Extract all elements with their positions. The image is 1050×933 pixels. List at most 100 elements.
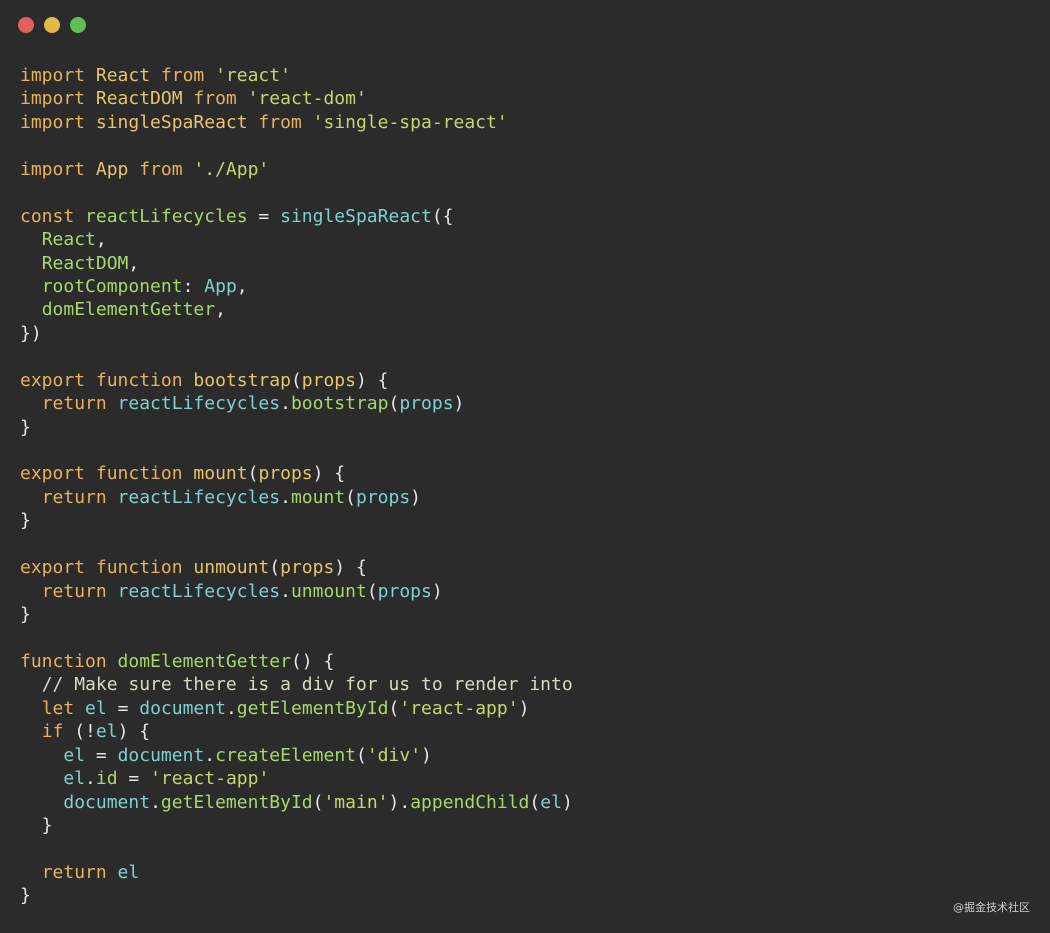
code-token: () {	[290, 650, 335, 672]
code-block: import React from 'react' import ReactDOM…	[20, 64, 573, 908]
code-token: }	[20, 885, 31, 907]
code-token: mount	[193, 463, 248, 485]
code-token: import	[20, 158, 96, 180]
code-token: // Make sure there is a div for us to re…	[41, 674, 573, 696]
code-token: reactLifecycles	[85, 205, 248, 227]
code-token: )	[410, 486, 422, 508]
code-token: ,	[215, 299, 226, 321]
code-line: }	[20, 416, 573, 439]
code-line: ReactDOM,	[20, 252, 573, 275]
code-token: )	[431, 580, 443, 602]
code-token: getElementById	[236, 697, 389, 719]
code-token: .	[85, 768, 96, 790]
code-token: el	[540, 791, 562, 813]
code-token: export	[20, 463, 96, 485]
maximize-dot[interactable]	[70, 17, 86, 33]
code-token: return	[41, 580, 118, 602]
minimize-dot[interactable]	[44, 17, 60, 33]
code-token: )	[561, 791, 573, 813]
code-token: )	[518, 697, 530, 719]
code-token: export	[20, 369, 96, 391]
code-line: el = document.createElement('div')	[20, 744, 573, 767]
code-token: createElement	[215, 744, 356, 766]
code-token: if	[41, 721, 75, 743]
code-token: document	[63, 791, 151, 813]
code-line: return reactLifecycles.bootstrap(props)	[20, 392, 573, 415]
code-token: ) {	[312, 463, 346, 485]
code-token: reactLifecycles	[117, 393, 281, 415]
code-token: props	[280, 557, 335, 579]
code-token: import	[20, 65, 96, 86]
code-token: ).	[388, 791, 411, 813]
code-token: from	[139, 158, 194, 180]
code-token: function	[95, 557, 194, 579]
code-line: React,	[20, 228, 573, 251]
code-token: React	[41, 229, 96, 251]
code-token: function	[95, 369, 194, 391]
code-line: export function unmount(props) {	[20, 556, 573, 579]
code-line: }	[20, 814, 573, 837]
code-token: .	[225, 697, 237, 719]
code-token: React	[95, 65, 161, 86]
code-token: ,	[128, 252, 140, 274]
code-line: }	[20, 603, 573, 626]
code-token: el	[63, 768, 86, 790]
code-token: appendChild	[410, 791, 530, 813]
code-token: .	[280, 486, 291, 508]
code-line: el.id = 'react-app'	[20, 767, 573, 790]
close-dot[interactable]	[18, 17, 34, 33]
code-line: import singleSpaReact from 'single-spa-r…	[20, 111, 573, 134]
code-token: 'react-app'	[150, 768, 270, 790]
code-line: // Make sure there is a div for us to re…	[20, 673, 573, 696]
code-token: reactLifecycles	[117, 580, 281, 602]
code-token: 'react-dom'	[247, 88, 367, 110]
code-token: id	[95, 768, 118, 790]
code-token: export	[20, 557, 96, 579]
code-token: getElementById	[160, 791, 313, 813]
code-token: =	[85, 744, 118, 766]
code-token: (	[356, 744, 367, 766]
code-token: return	[41, 486, 118, 508]
code-token: (	[345, 486, 356, 508]
code-token: domElementGetter	[117, 650, 291, 672]
code-token: el	[95, 721, 118, 743]
code-token: (	[290, 369, 302, 391]
code-line: import App from './App'	[20, 158, 573, 181]
code-line: import React from 'react'	[20, 64, 573, 87]
code-token: )	[453, 393, 465, 415]
code-token: function	[95, 463, 194, 485]
code-token: mount	[290, 486, 346, 508]
code-token: import	[20, 111, 96, 133]
code-token: props	[301, 369, 356, 391]
code-token: App	[95, 158, 140, 180]
code-token: ) {	[334, 557, 367, 579]
code-token: =	[247, 205, 281, 227]
code-line: }	[20, 884, 573, 907]
code-token: singleSpaReact	[95, 111, 259, 133]
code-line: import ReactDOM from 'react-dom'	[20, 87, 573, 110]
code-token: props	[399, 393, 454, 415]
code-line: rootComponent: App,	[20, 275, 573, 298]
code-window: import React from 'react' import ReactDOM…	[0, 0, 1050, 933]
code-line: })	[20, 322, 573, 345]
code-line: }	[20, 509, 573, 532]
code-token: .	[280, 393, 291, 415]
code-token: .	[150, 791, 161, 813]
code-token: el	[63, 744, 86, 766]
code-token: })	[20, 322, 42, 344]
code-token: props	[258, 463, 313, 485]
code-token: =	[106, 697, 140, 719]
code-line: return reactLifecycles.mount(props)	[20, 486, 573, 509]
code-token: .	[280, 580, 291, 602]
